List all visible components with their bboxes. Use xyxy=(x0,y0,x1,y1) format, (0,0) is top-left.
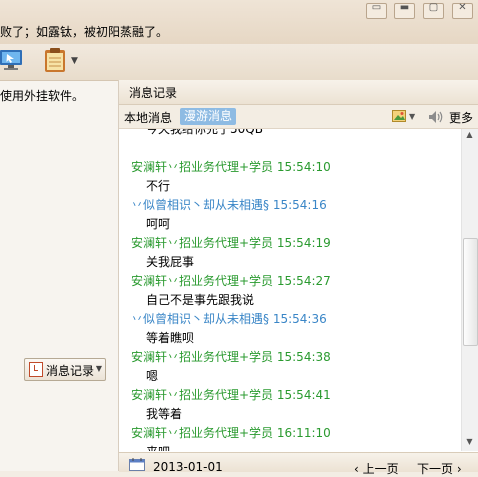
message-sender: 安澜轩丷招业务代理+学员 15:54:41 xyxy=(131,388,331,402)
date-field[interactable]: 2013-01-01 xyxy=(153,460,223,474)
message-text: 等着瞧呗 xyxy=(146,331,195,345)
list-item: 丷似曾相识丶却从未相遇§ 15:54:36 等着瞧呗 xyxy=(119,310,461,348)
list-item: 安澜轩丷招业务代理+学员 15:54:19 关我屁事 xyxy=(119,234,461,272)
tab-bar xyxy=(119,105,478,129)
message-sender: 安澜轩丷招业务代理+学员 15:54:27 xyxy=(131,274,331,288)
maximize-button[interactable]: ▬ xyxy=(394,2,415,19)
message-history-label: 消息记录 xyxy=(46,364,95,378)
message-sender: 丷似曾相识丶却从未相遇§ 15:54:36 xyxy=(131,312,327,326)
minimize-button[interactable]: ▭ xyxy=(366,2,387,19)
message-text: 来吧 xyxy=(146,443,170,451)
tab-roaming-messages[interactable]: 漫游消息 xyxy=(180,108,237,125)
message-text: 自己不是事先跟我说 xyxy=(146,293,255,307)
previous-page-label: 上一页 xyxy=(362,462,399,476)
window-title: 败了；如露钛，被初阳蒸融了。 xyxy=(0,25,169,39)
message-sender: 安澜轩丷招业务代理+学员 15:54:10 xyxy=(131,160,331,174)
tab-local-messages[interactable]: 本地消息 xyxy=(124,109,172,126)
scrollbar-thumb[interactable] xyxy=(463,238,478,346)
restore-icon: ▢ xyxy=(428,2,439,13)
message-text: 不行 xyxy=(146,179,171,193)
list-item: 安澜轩丷招业务代理+学员 15:54:41 我等着 xyxy=(119,386,461,424)
message-list[interactable]: 今天我给你充了50QB 安澜轩丷招业务代理+学员 15:54:10 不行 丷似曾… xyxy=(119,129,461,451)
chevron-down-icon: ▼ xyxy=(95,364,102,373)
more-button[interactable]: 更多 xyxy=(449,109,473,126)
panel-title: 消息记录 xyxy=(129,86,178,100)
list-item: 丷似曾相识丶却从未相遇§ 15:54:16 呵呵 xyxy=(119,196,461,234)
scroll-up-icon[interactable]: ▲ xyxy=(462,130,477,146)
message-sender: 安澜轩丷招业务代理+学员 16:11:10 xyxy=(131,426,331,440)
close-button[interactable]: ✕ xyxy=(452,2,473,19)
calendar-icon[interactable] xyxy=(129,458,145,471)
message-sender: 丷似曾相识丶却从未相遇§ 15:54:16 xyxy=(131,198,327,212)
message-history-button[interactable]: 消息记录 ▼ xyxy=(24,358,106,381)
speaker-icon[interactable] xyxy=(428,110,446,124)
list-item: 安澜轩丷招业务代理+学员 16:11:10 来吧 xyxy=(119,424,461,451)
chat-notice: 使用外挂软件。 xyxy=(0,89,85,103)
scroll-down-icon[interactable]: ▼ xyxy=(462,437,477,451)
message-text: 呵呵 xyxy=(146,217,171,231)
next-page-label: 下一页 xyxy=(417,462,454,476)
message-text: 嗯 xyxy=(146,369,159,383)
notepad-icon[interactable] xyxy=(42,47,68,73)
list-item: 安澜轩丷招业务代理+学员 15:54:10 不行 xyxy=(119,158,461,196)
message-text: 今天我给你充了50QB xyxy=(146,129,263,136)
message-sender: 安澜轩丷招业务代理+学员 15:54:38 xyxy=(131,350,331,364)
message-text: 关我屁事 xyxy=(146,255,195,269)
chevron-left-icon: ‹ xyxy=(354,462,359,476)
image-dropdown-icon[interactable]: ▼ xyxy=(409,112,415,121)
chevron-right-icon: › xyxy=(456,462,462,476)
dropdown-arrow-icon[interactable]: ▼ xyxy=(71,56,78,66)
maximize-icon: ▬ xyxy=(399,2,410,13)
message-sender: 安澜轩丷招业务代理+学员 15:54:19 xyxy=(131,236,331,250)
message-text: 我等着 xyxy=(146,407,183,421)
list-item: 安澜轩丷招业务代理+学员 15:54:38 嗯 xyxy=(119,348,461,386)
list-item: 安澜轩丷招业务代理+学员 15:54:27 自己不是事先跟我说 xyxy=(119,272,461,310)
next-page-button[interactable]: 下一页 › xyxy=(417,460,462,477)
monitor-icon[interactable] xyxy=(0,49,24,71)
close-icon: ✕ xyxy=(458,2,467,13)
list-item: 今天我给你充了50QB xyxy=(119,129,461,158)
image-icon[interactable] xyxy=(392,110,406,122)
minimize-icon: ▭ xyxy=(371,2,382,13)
restore-button[interactable]: ▢ xyxy=(423,2,444,19)
previous-page-button[interactable]: ‹ 上一页 xyxy=(354,460,399,477)
clock-icon xyxy=(29,362,43,377)
chat-pane xyxy=(0,81,118,471)
